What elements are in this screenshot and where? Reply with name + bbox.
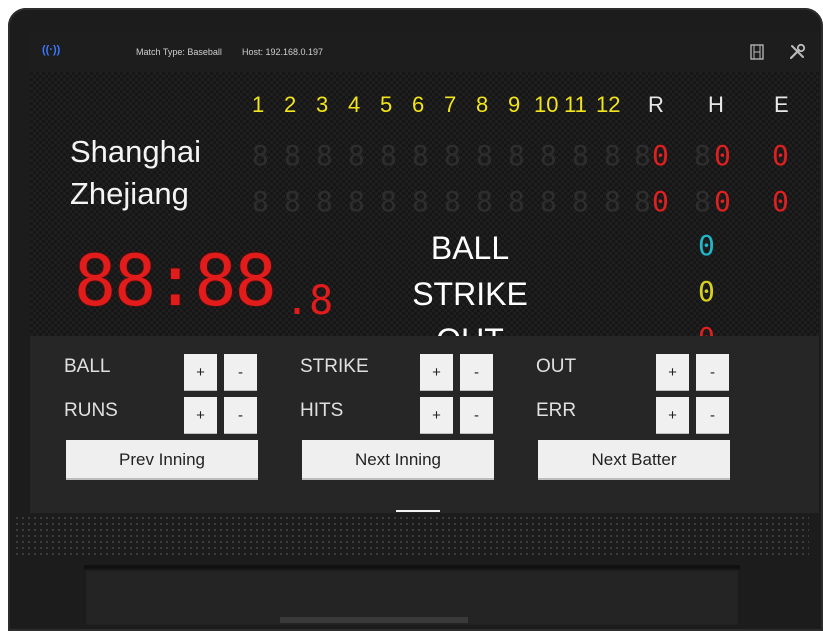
runs-tens-digit: 8: [634, 139, 651, 172]
ball-minus-button[interactable]: -: [224, 354, 257, 391]
strike-label: STRIKE: [412, 276, 528, 312]
err-plus-button[interactable]: +: [656, 397, 689, 434]
ball-label: BALL: [430, 230, 510, 266]
status-bar: ((·)) Match Type: Baseball Host: 192.168…: [30, 32, 819, 72]
inning-score-digit: 8: [252, 185, 269, 218]
errors-digit: 0: [772, 139, 789, 172]
inning-score-digit: 8: [604, 139, 621, 172]
tools-icon[interactable]: [788, 43, 806, 61]
strike-control-label: STRIKE: [300, 356, 369, 377]
inning-number: 5: [380, 92, 393, 117]
inning-score-digit: 8: [284, 185, 301, 218]
strike-count-digit: 0: [698, 275, 715, 308]
next-batter-button[interactable]: Next Batter: [538, 440, 730, 480]
next-inning-button[interactable]: Next Inning: [302, 440, 494, 480]
ball-control-label: BALL: [64, 356, 111, 377]
inning-score-digit: 8: [476, 139, 493, 172]
hits-control-label: HITS: [300, 400, 344, 421]
inning-score-digit: 8: [412, 185, 429, 218]
scoreboard-display: 1 2 3 4 5 6 7 8 9 10 11 12 R H E Shangha…: [30, 72, 819, 358]
home-indicator[interactable]: [396, 510, 440, 512]
inning-score-digit: 8: [540, 139, 557, 172]
runs-plus-button[interactable]: +: [184, 397, 217, 434]
inning-score-digit: 8: [572, 139, 589, 172]
runs-tens-digit: 8: [634, 185, 651, 218]
inning-number: 2: [284, 92, 297, 117]
inning-score-digit: 8: [380, 185, 397, 218]
inning-number: 9: [508, 92, 521, 117]
inning-number: 6: [412, 92, 425, 117]
hits-tens-digit: 8: [694, 139, 711, 172]
err-control-label: ERR: [536, 400, 577, 421]
inning-score-digit: 8: [380, 139, 397, 172]
runs-digit: 0: [652, 185, 669, 218]
inning-score-digit: 8: [348, 185, 365, 218]
inning-number: 4: [348, 92, 361, 117]
inning-score-digit: 8: [444, 185, 461, 218]
inning-score-digit: 8: [252, 139, 269, 172]
game-clock: 88:88: [74, 240, 277, 322]
out-plus-button[interactable]: +: [656, 354, 689, 391]
hits-digit: 0: [714, 185, 731, 218]
inning-number: 8: [476, 92, 489, 117]
hits-digit: 0: [714, 139, 731, 172]
inning-score-digit: 8: [348, 139, 365, 172]
runs-minus-button[interactable]: -: [224, 397, 257, 434]
inning-score-digit: 8: [604, 185, 621, 218]
inning-score-digit: 8: [316, 185, 333, 218]
control-panel: BALL + - STRIKE + - OUT + - RUNS + - HIT…: [30, 336, 819, 513]
errors-digit: 0: [772, 185, 789, 218]
match-type-label: Match Type: Baseball: [136, 47, 222, 57]
runs-digit: 0: [652, 139, 669, 172]
inning-score-digit: 8: [476, 185, 493, 218]
inning-score-digit: 8: [540, 185, 557, 218]
strike-minus-button[interactable]: -: [460, 354, 493, 391]
inning-number: 12: [596, 92, 621, 117]
inning-number: 3: [316, 92, 329, 117]
err-minus-button[interactable]: -: [696, 397, 729, 434]
inning-score-digit: 8: [316, 139, 333, 172]
inning-number: 7: [444, 92, 457, 117]
prev-inning-button[interactable]: Prev Inning: [66, 440, 258, 480]
home-team-name: Shanghai: [70, 134, 202, 169]
runs-control-label: RUNS: [64, 400, 118, 421]
speaker-grille: [14, 515, 809, 555]
inning-number: 10: [534, 92, 559, 117]
inning-score-digit: 8: [284, 139, 301, 172]
runs-column-header: R: [648, 92, 664, 117]
inning-number: 1: [252, 92, 265, 117]
host-label: Host: 192.168.0.197: [242, 47, 324, 57]
inning-score-digit: 8: [444, 139, 461, 172]
hits-tens-digit: 8: [694, 185, 711, 218]
strike-plus-button[interactable]: +: [420, 354, 453, 391]
hits-minus-button[interactable]: -: [460, 397, 493, 434]
inning-score-digit: 8: [572, 185, 589, 218]
ball-plus-button[interactable]: +: [184, 354, 217, 391]
game-clock-tenths: .8: [285, 278, 334, 324]
out-control-label: OUT: [536, 356, 577, 377]
inning-number: 11: [564, 92, 587, 117]
hits-column-header: H: [708, 92, 724, 117]
device-tray: [84, 565, 740, 625]
tray-slot: [280, 617, 468, 623]
film-icon[interactable]: [750, 44, 764, 60]
out-minus-button[interactable]: -: [696, 354, 729, 391]
errors-column-header: E: [774, 92, 789, 117]
inning-score-digit: 8: [508, 139, 525, 172]
inning-score-digit: 8: [412, 139, 429, 172]
wifi-icon: ((·)): [42, 44, 61, 56]
inning-score-digit: 8: [508, 185, 525, 218]
ball-count-digit: 0: [698, 229, 715, 262]
app-screen: ((·)) Match Type: Baseball Host: 192.168…: [30, 32, 819, 513]
away-team-name: Zhejiang: [70, 176, 189, 211]
hits-plus-button[interactable]: +: [420, 397, 453, 434]
